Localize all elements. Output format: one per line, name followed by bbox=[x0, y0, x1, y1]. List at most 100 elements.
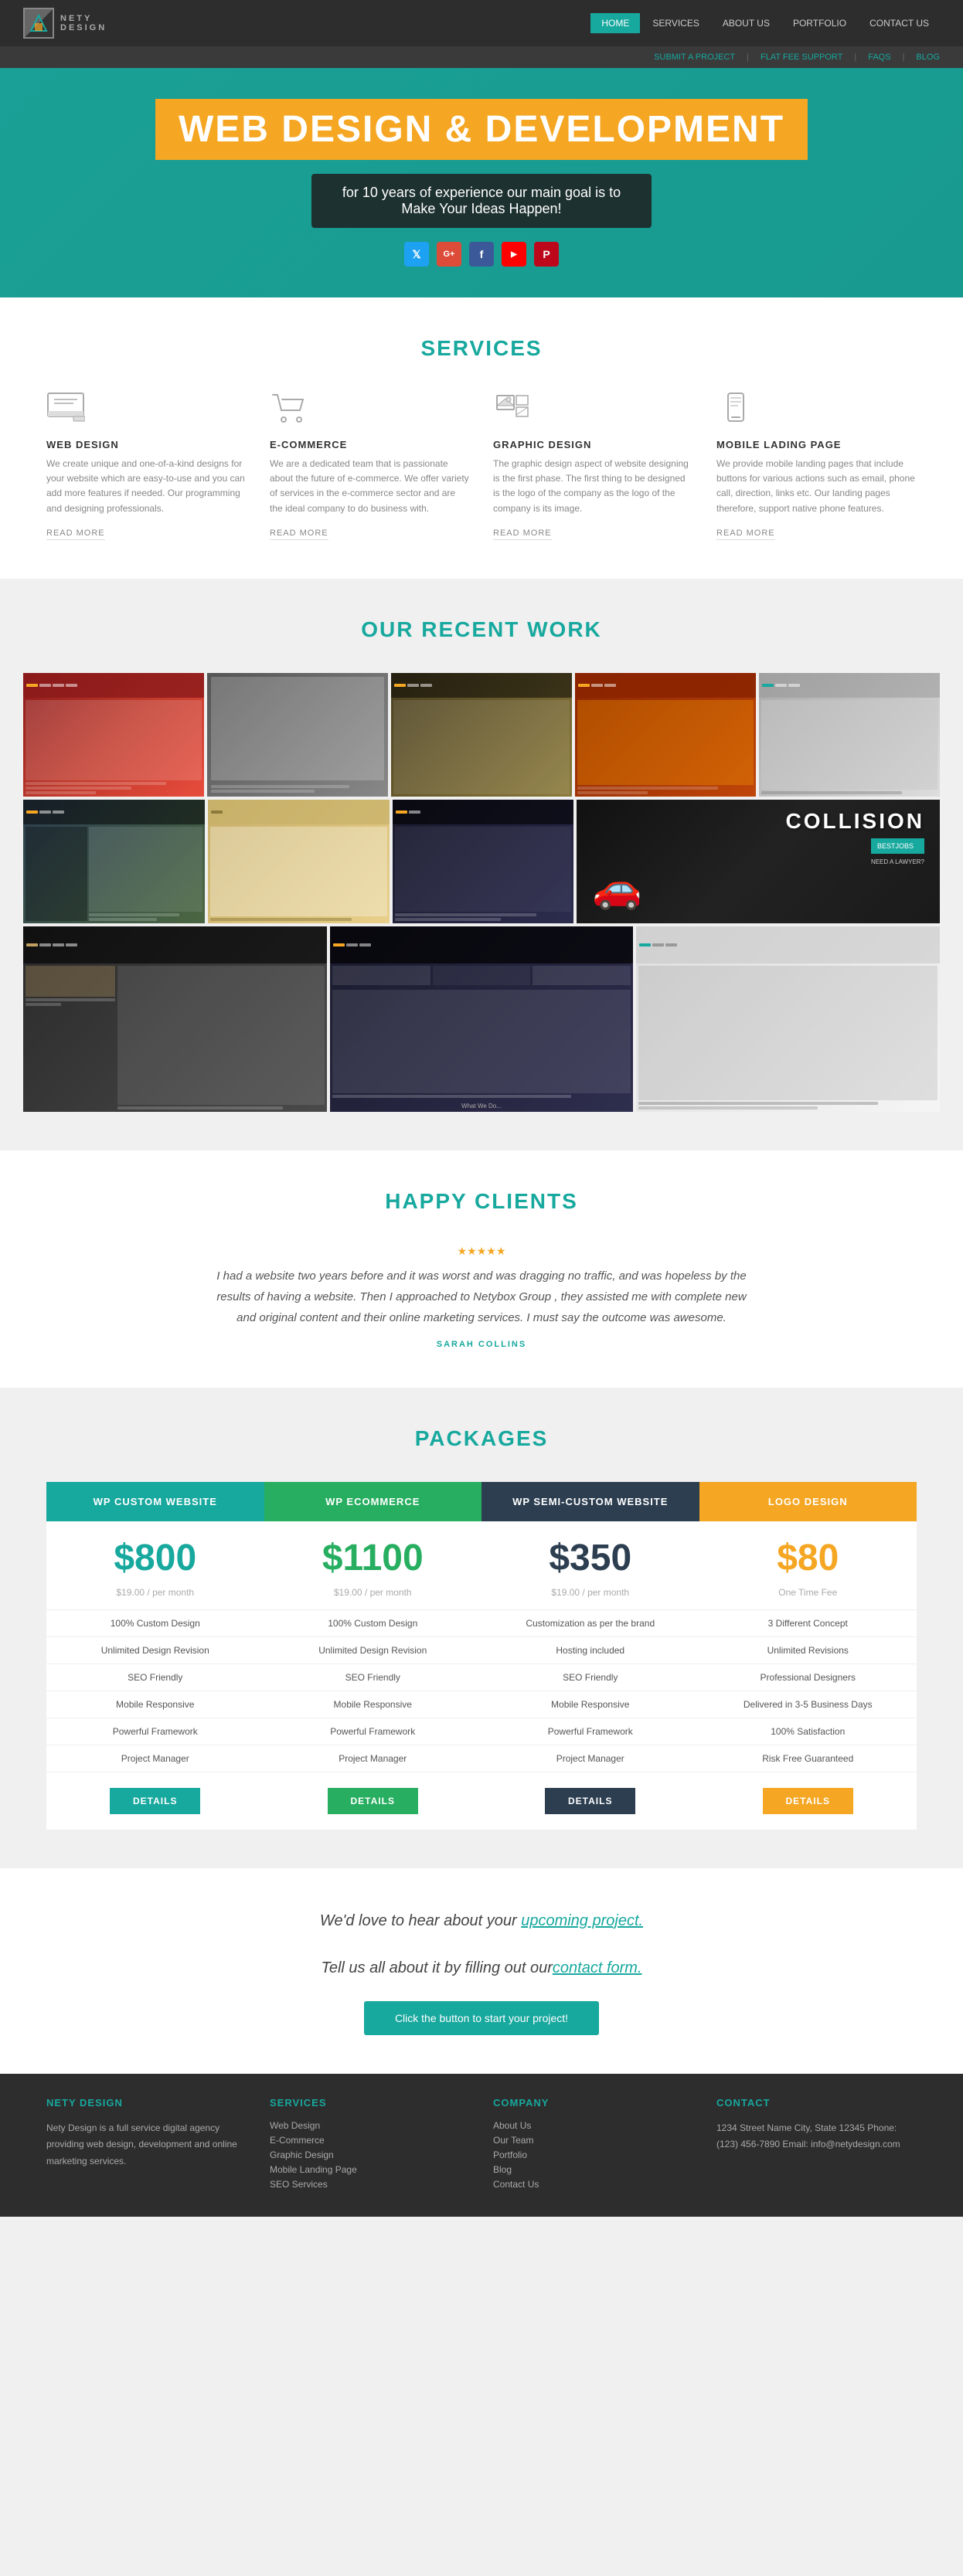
pkg-wp-ecommerce-price: $1100 bbox=[264, 1521, 482, 1583]
pkg-feature: Risk Free Guaranteed bbox=[699, 1745, 917, 1772]
pkg-wp-semi-header: WP SEMI-CUSTOM WEBSITE bbox=[482, 1482, 699, 1521]
portfolio-item-5[interactable] bbox=[759, 673, 940, 797]
service-ecommerce-read-more[interactable]: READ MORE bbox=[270, 528, 328, 540]
pkg-logo-price: $80 bbox=[699, 1521, 917, 1583]
footer-link-portfolio[interactable]: Portfolio bbox=[493, 2149, 693, 2160]
nav-about[interactable]: ABOUT US bbox=[712, 13, 781, 33]
nav-home[interactable]: HOME bbox=[590, 13, 640, 33]
facebook-icon[interactable]: f bbox=[469, 242, 494, 267]
service-mobile-name: MOBILE LADING PAGE bbox=[716, 439, 917, 450]
topbar: SUBMIT A PROJECT | FLAT FEE SUPPORT | FA… bbox=[0, 46, 963, 68]
services-grid: WEB DESIGN We create unique and one-of-a… bbox=[46, 392, 917, 540]
footer-link-ecommerce[interactable]: E-Commerce bbox=[270, 2135, 470, 2146]
pkg-feature: 100% Satisfaction bbox=[699, 1718, 917, 1745]
star-rating: ★★★★★ bbox=[211, 1245, 752, 1258]
pkg-wp-semi-details-button[interactable]: DETAILS bbox=[545, 1788, 635, 1814]
pkg-feature: Mobile Responsive bbox=[46, 1691, 264, 1718]
pkg-logo-header: LOGO DESIGN bbox=[699, 1482, 917, 1521]
service-web-design-desc: We create unique and one-of-a-kind desig… bbox=[46, 457, 247, 516]
footer-link-mobile[interactable]: Mobile Landing Page bbox=[270, 2164, 470, 2175]
portfolio-row-1 bbox=[23, 673, 940, 797]
topbar-submit-project[interactable]: SUBMIT A PROJECT bbox=[654, 53, 735, 62]
web-design-icon bbox=[46, 392, 247, 430]
footer-link-web-design[interactable]: Web Design bbox=[270, 2120, 470, 2131]
pkg-wp-custom-features: 100% Custom Design Unlimited Design Revi… bbox=[46, 1610, 264, 1772]
service-graphic-design-read-more[interactable]: READ MORE bbox=[493, 528, 552, 540]
logo[interactable]: NETY DESIGN bbox=[23, 8, 107, 39]
topbar-faqs[interactable]: FAQS bbox=[868, 53, 890, 62]
footer-link-graphic[interactable]: Graphic Design bbox=[270, 2149, 470, 2160]
pkg-logo-features: 3 Different Concept Unlimited Revisions … bbox=[699, 1610, 917, 1772]
footer-link-blog[interactable]: Blog bbox=[493, 2164, 693, 2175]
testimonial-author: SARAH COLLINS bbox=[211, 1340, 752, 1349]
pkg-feature: Delivered in 3-5 Business Days bbox=[699, 1691, 917, 1718]
testimonial-text: I had a website two years before and it … bbox=[211, 1266, 752, 1328]
service-ecommerce-name: E-COMMERCE bbox=[270, 439, 470, 450]
pkg-wp-ecommerce-header: WP ECOMMERCE bbox=[264, 1482, 482, 1521]
logo-text: NETY DESIGN bbox=[60, 14, 107, 32]
pkg-feature: 100% Custom Design bbox=[264, 1610, 482, 1637]
pkg-wp-custom-details-button[interactable]: DETAILS bbox=[110, 1788, 200, 1814]
pkg-wp-custom-period: $19.00 / per month bbox=[46, 1583, 264, 1610]
pkg-wp-semi-features: Customization as per the brand Hosting i… bbox=[482, 1610, 699, 1772]
portfolio-item-7[interactable] bbox=[208, 800, 390, 923]
pinterest-icon[interactable]: P bbox=[534, 242, 559, 267]
service-mobile-read-more[interactable]: READ MORE bbox=[716, 528, 775, 540]
pkg-logo-details-button[interactable]: DETAILS bbox=[763, 1788, 853, 1814]
pkg-feature: Project Manager bbox=[482, 1745, 699, 1772]
portfolio-item-8[interactable] bbox=[393, 800, 574, 923]
footer-brand-text: Nety Design is a full service digital ag… bbox=[46, 2120, 247, 2170]
footer-company-title: COMPANY bbox=[493, 2097, 693, 2109]
clients-title: HAPPY CLIENTS bbox=[77, 1189, 886, 1214]
portfolio-item-13[interactable] bbox=[636, 926, 940, 1112]
portfolio-item-12[interactable]: What We Do... bbox=[330, 926, 634, 1112]
cta-start-project-button[interactable]: Click the button to start your project! bbox=[364, 2001, 599, 2035]
portfolio-item-11[interactable] bbox=[23, 926, 327, 1112]
service-web-design-read-more[interactable]: READ MORE bbox=[46, 528, 105, 540]
logo-icon bbox=[23, 8, 54, 39]
nav-portfolio[interactable]: PORTFOLIO bbox=[782, 13, 857, 33]
ecommerce-icon bbox=[270, 392, 470, 430]
service-graphic-design: GRAPHIC DESIGN The graphic design aspect… bbox=[493, 392, 693, 540]
services-title: SERVICES bbox=[46, 336, 917, 361]
pkg-feature: Professional Designers bbox=[699, 1664, 917, 1691]
topbar-blog[interactable]: BLOG bbox=[916, 53, 940, 62]
package-wp-ecommerce: WP ECOMMERCE $1100 $19.00 / per month 10… bbox=[264, 1482, 482, 1830]
cta-contact-form-link[interactable]: contact form. bbox=[553, 1959, 642, 1976]
footer-link-contact[interactable]: Contact Us bbox=[493, 2179, 693, 2190]
footer-col-brand: NETY DESIGN Nety Design is a full servic… bbox=[46, 2097, 247, 2194]
pkg-wp-ecommerce-details-button[interactable]: DETAILS bbox=[328, 1788, 418, 1814]
packages-section: PACKAGES WP CUSTOM WEBSITE $800 $19.00 /… bbox=[0, 1388, 963, 1868]
site-header: NETY DESIGN HOME SERVICES ABOUT US PORTF… bbox=[0, 0, 963, 46]
google-plus-icon[interactable]: G+ bbox=[437, 242, 461, 267]
portfolio-item-6[interactable] bbox=[23, 800, 205, 923]
portfolio-item-2[interactable] bbox=[207, 673, 388, 797]
main-nav: HOME SERVICES ABOUT US PORTFOLIO CONTACT… bbox=[590, 13, 940, 33]
twitter-icon[interactable]: 𝕏 bbox=[404, 242, 429, 267]
footer-col-company: COMPANY About Us Our Team Portfolio Blog… bbox=[493, 2097, 693, 2194]
service-graphic-design-name: GRAPHIC DESIGN bbox=[493, 439, 693, 450]
pkg-logo-period: One Time Fee bbox=[699, 1583, 917, 1610]
footer-link-team[interactable]: Our Team bbox=[493, 2135, 693, 2146]
topbar-flat-fee[interactable]: FLAT FEE SUPPORT bbox=[761, 53, 842, 62]
nav-contact[interactable]: CONTACT US bbox=[859, 13, 940, 33]
portfolio-row-2: COLLISION 🚗 BESTJOBS NEED A LAWYER? bbox=[23, 800, 940, 923]
portfolio-item-3[interactable] bbox=[391, 673, 572, 797]
nav-services[interactable]: SERVICES bbox=[641, 13, 709, 33]
cta-upcoming-project-link[interactable]: upcoming project. bbox=[521, 1912, 643, 1929]
pkg-feature: Customization as per the brand bbox=[482, 1610, 699, 1637]
pkg-feature: Powerful Framework bbox=[482, 1718, 699, 1745]
pkg-wp-ecommerce-period: $19.00 / per month bbox=[264, 1583, 482, 1610]
portfolio-collision[interactable]: COLLISION 🚗 BESTJOBS NEED A LAWYER? bbox=[577, 800, 940, 923]
footer-link-seo[interactable]: SEO Services bbox=[270, 2179, 470, 2190]
footer-col-contact: CONTACT 1234 Street Name City, State 123… bbox=[716, 2097, 917, 2194]
pkg-feature: Mobile Responsive bbox=[482, 1691, 699, 1718]
youtube-icon[interactable]: ▶ bbox=[502, 242, 526, 267]
portfolio-item-4[interactable] bbox=[575, 673, 756, 797]
cta-text-1: We'd love to hear about your upcoming pr… bbox=[77, 1907, 886, 1935]
portfolio-item-1[interactable] bbox=[23, 673, 204, 797]
pkg-wp-ecommerce-features: 100% Custom Design Unlimited Design Revi… bbox=[264, 1610, 482, 1772]
testimonial: ★★★★★ I had a website two years before a… bbox=[211, 1245, 752, 1349]
footer-link-about[interactable]: About Us bbox=[493, 2120, 693, 2131]
pkg-wp-semi-price: $350 bbox=[482, 1521, 699, 1583]
